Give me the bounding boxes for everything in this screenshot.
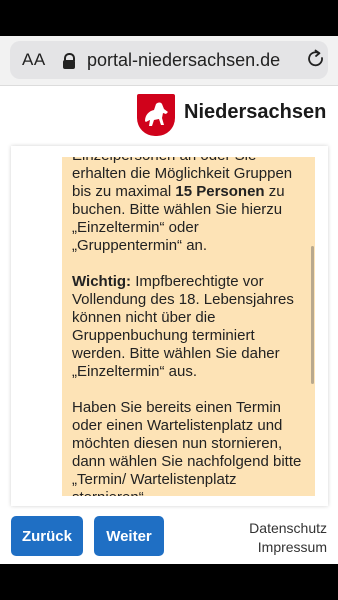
info-text: Einzelpersonen an oder Sie erhalten die … [72, 157, 312, 496]
bottom-bar [0, 564, 338, 600]
status-bar [0, 0, 338, 36]
scrollbar[interactable] [311, 246, 314, 384]
horse-icon [145, 102, 168, 126]
reload-icon[interactable] [306, 49, 326, 69]
info-paragraph-3: Haben Sie bereits einen Termin oder eine… [72, 399, 302, 496]
info-paragraph-2: Wichtig: Impfberechtigte vor Vollendung … [72, 273, 312, 381]
info-paragraph-1: Einzelpersonen an oder Sie erhalten die … [72, 157, 312, 255]
brand-title: Niedersachsen [184, 101, 327, 123]
browser-address-bar: AA portal-niedersachsen.de [0, 36, 338, 86]
lock-icon [62, 53, 76, 69]
max-persons-text: 15 Personen [175, 183, 265, 200]
niedersachsen-horse-logo[interactable] [137, 94, 175, 136]
footer-links: Datenschutz Impressum [249, 519, 327, 557]
info-box: Einzelpersonen an oder Sie erhalten die … [62, 157, 315, 496]
back-button[interactable]: Zurück [11, 516, 83, 556]
imprint-link[interactable]: Impressum [249, 538, 327, 557]
privacy-link[interactable]: Datenschutz [249, 519, 327, 538]
site-header: Niedersachsen [0, 86, 338, 143]
url-text[interactable]: portal-niedersachsen.de [87, 50, 280, 71]
url-field[interactable]: AA portal-niedersachsen.de [10, 41, 328, 79]
next-button[interactable]: Weiter [94, 516, 164, 556]
important-label: Wichtig: [72, 273, 132, 290]
text-size-button[interactable]: AA [22, 50, 46, 70]
main-content: Einzelpersonen an oder Sie erhalten die … [0, 142, 338, 564]
